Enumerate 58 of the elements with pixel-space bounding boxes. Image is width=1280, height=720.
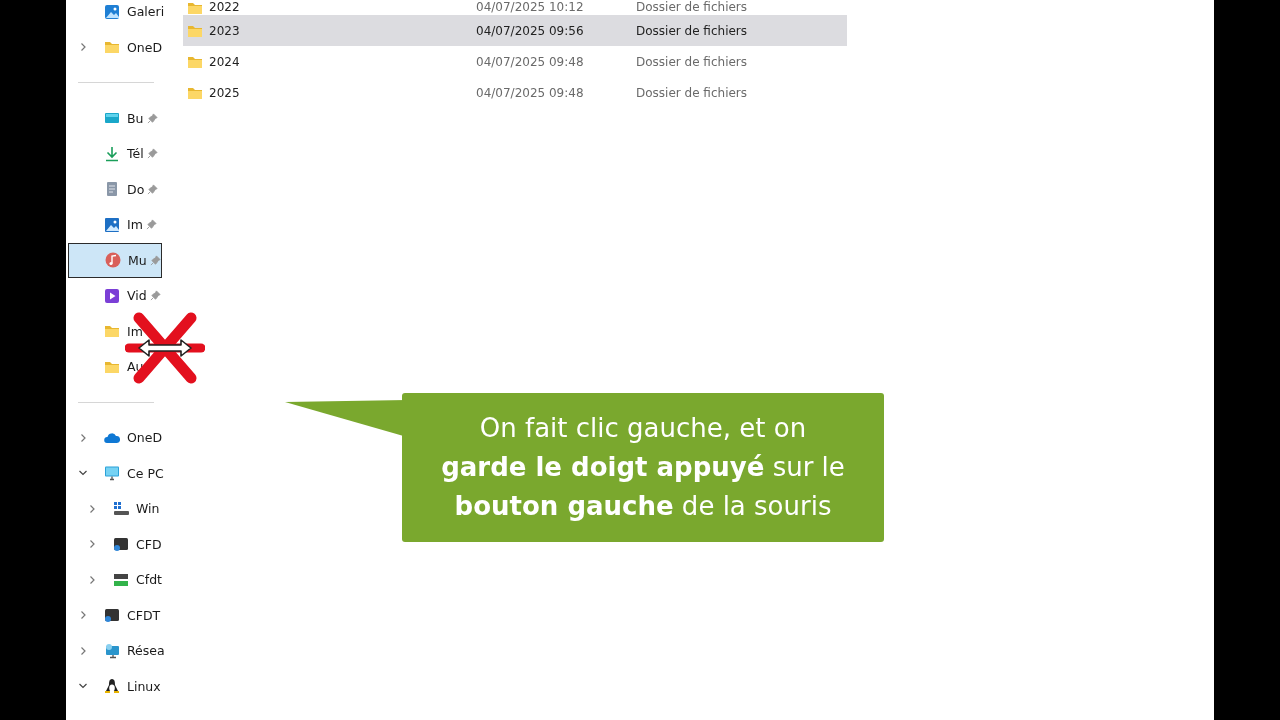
file-type: Dossier de fichiers <box>636 0 748 14</box>
drive-icon <box>104 607 120 624</box>
folder-icon <box>104 323 120 340</box>
file-type: Dossier de fichiers <box>636 54 748 69</box>
music-icon <box>105 252 121 269</box>
nav-item-label[interactable]: Im <box>127 323 143 339</box>
penguin-icon <box>104 678 120 695</box>
nav-item-label[interactable]: Im <box>127 217 143 233</box>
file-name: 2023 <box>209 23 241 38</box>
document-icon <box>104 181 120 198</box>
nav-item-label[interactable]: Mu <box>128 252 147 268</box>
expand-chevron-icon[interactable] <box>87 503 97 514</box>
expand-chevron-icon[interactable] <box>78 42 88 53</box>
file-type: Dossier de fichiers <box>636 23 748 38</box>
selected-file-row[interactable]: 2023 04/07/2025 09:56 Dossier de fichiers <box>183 15 847 46</box>
file-date: 04/07/2025 09:48 <box>476 85 585 100</box>
video-icon <box>104 287 120 304</box>
expand-chevron-icon[interactable] <box>78 432 88 443</box>
file-date: 04/07/2025 09:56 <box>476 23 585 38</box>
drive-icon <box>113 536 129 553</box>
expand-chevron-icon[interactable] <box>78 645 88 656</box>
drive-icon <box>113 500 129 517</box>
expand-chevron-icon[interactable] <box>87 574 97 585</box>
monitor-icon <box>104 465 120 482</box>
file-date: 04/07/2025 09:48 <box>476 54 585 69</box>
nav-item-label[interactable]: Do <box>127 181 145 197</box>
nav-item-label[interactable]: OneD <box>127 39 163 55</box>
image-icon <box>104 216 120 233</box>
file-row[interactable]: 2024 04/07/2025 09:48 Dossier de fichiers <box>183 46 847 77</box>
file-name: 2024 <box>209 54 241 69</box>
drive-icon <box>113 571 129 588</box>
file-type: Dossier de fichiers <box>636 85 748 100</box>
file-name: 2022 <box>209 0 241 14</box>
file-row[interactable]: 2022 04/07/2025 10:12 Dossier de fichiers <box>183 0 847 15</box>
folder-icon <box>104 39 120 56</box>
callout-text: On fait clic gauche, et on garde le doigt appuyé sur le bouton gauche de la souris <box>440 412 846 523</box>
file-date: 04/07/2025 10:12 <box>476 0 585 14</box>
nav-item-label[interactable]: Win <box>136 501 160 517</box>
nav-item-label[interactable]: Linux <box>127 678 161 694</box>
nav-item-label[interactable]: Ce PC <box>127 465 164 481</box>
expand-chevron-icon[interactable] <box>87 539 97 550</box>
nav-item-label[interactable]: Galeri <box>127 4 165 20</box>
gallery-icon <box>104 3 120 20</box>
expand-chevron-icon[interactable] <box>78 610 88 621</box>
nav-item-label[interactable]: Tél <box>127 146 144 162</box>
nav-item-label[interactable]: Résea <box>127 643 165 659</box>
nav-item-label[interactable]: CFD <box>136 536 162 552</box>
file-row[interactable]: 2025 04/07/2025 09:48 Dossier de fichiers <box>183 77 847 108</box>
network-icon <box>104 642 120 659</box>
nav-item-label[interactable]: CFDT <box>127 607 161 623</box>
nav-item-label[interactable]: Bu <box>127 110 144 126</box>
nav-item-label[interactable]: Vid <box>127 288 147 304</box>
folder-icon <box>187 0 203 16</box>
download-icon <box>104 145 120 162</box>
nav-item-label[interactable]: Cfdt <box>136 572 162 588</box>
nav-item-label[interactable]: OneD <box>127 430 163 446</box>
file-name: 2025 <box>209 85 241 100</box>
selected-nav-item[interactable]: Mu <box>68 242 162 278</box>
